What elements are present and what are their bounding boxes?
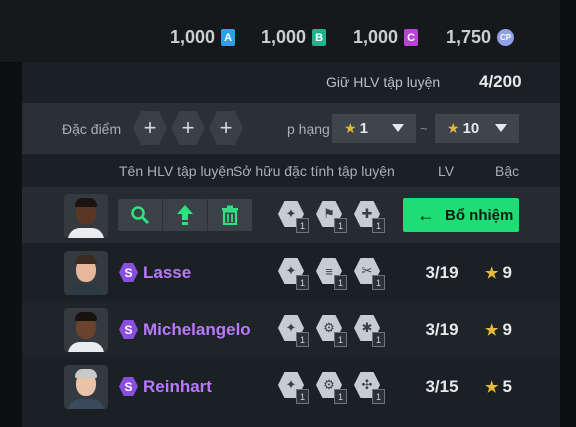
assign-button[interactable]: ← Bổ nhiệm <box>403 198 519 232</box>
trait-level: 1 <box>334 332 347 347</box>
trait-level: 1 <box>372 332 385 347</box>
rank-to-dropdown[interactable]: ★ 10 <box>435 114 519 143</box>
rarity-badge: S <box>119 263 138 282</box>
star-icon: ★ <box>485 379 499 396</box>
chevron-down-icon <box>495 124 507 132</box>
currency-b-icon: B <box>312 29 327 46</box>
upgrade-button[interactable] <box>163 199 208 231</box>
coach-name: Michelangelo <box>143 320 251 339</box>
assign-button-label: Bổ nhiệm <box>445 206 514 224</box>
chevron-down-icon <box>392 124 404 132</box>
trash-icon <box>222 205 238 225</box>
currency-c-value: 1,000 <box>353 27 399 47</box>
currency-cp: 1,750 CP <box>446 27 515 48</box>
column-header-tier[interactable]: Bậc <box>495 163 519 179</box>
arrow-left-icon: ← <box>417 204 435 225</box>
coach-level: 3/15 <box>425 377 459 396</box>
coach-tier-value: 9 <box>502 320 512 339</box>
coach-tier: ★ 5 <box>485 377 512 397</box>
rank-from-value: 1 <box>359 120 368 137</box>
trait-level: 1 <box>334 275 347 290</box>
delete-button[interactable] <box>208 199 252 231</box>
currency-a-icon: A <box>221 29 236 46</box>
column-header-lv[interactable]: LV <box>438 163 454 179</box>
arrow-up-icon <box>177 205 193 225</box>
trait-level: 1 <box>296 218 309 233</box>
trait-level: 1 <box>334 218 347 233</box>
currency-c: 1,000 C <box>353 27 419 48</box>
coach-tier-value: 5 <box>502 377 512 396</box>
rank-filter-label: p hạng <box>287 121 330 137</box>
trait-level: 1 <box>296 332 309 347</box>
star-icon: ★ <box>447 120 460 136</box>
coach-row[interactable]: S Reinhart ✦ 1 ⚙ 1 ✣ 1 3/15 ★ 5 <box>22 358 560 414</box>
avatar <box>64 251 108 295</box>
coach-actions <box>118 199 252 231</box>
coach-tier: ★ 9 <box>485 320 512 340</box>
currency-c-icon: C <box>404 29 419 46</box>
avatar <box>64 194 108 238</box>
trait-level: 1 <box>372 218 385 233</box>
currency-a-value: 1,000 <box>170 27 216 47</box>
rarity-badge: S <box>119 377 138 396</box>
cp-coin-icon: CP <box>497 29 515 46</box>
avatar <box>64 308 108 352</box>
column-header-name[interactable]: Tên HLV tập luyện <box>119 163 234 179</box>
coach-level: 3/19 <box>425 320 459 339</box>
coach-tier-value: 9 <box>502 263 512 282</box>
coach-level: 3/19 <box>425 263 459 282</box>
search-icon <box>131 206 150 225</box>
trait-level: 1 <box>296 389 309 404</box>
keep-coach-count: 4/200 <box>479 72 522 91</box>
trait-level: 1 <box>334 389 347 404</box>
star-icon: ★ <box>485 265 499 282</box>
rank-to-value: 10 <box>462 120 480 137</box>
star-icon: ★ <box>485 322 499 339</box>
currency-a: 1,000 A <box>170 27 236 48</box>
coach-row[interactable]: S Lasse ✦ 1 ≡ 1 ✂ 1 3/19 ★ 9 <box>22 244 560 300</box>
rarity-badge: S <box>119 320 138 339</box>
currency-b-value: 1,000 <box>261 27 307 47</box>
coach-name: Reinhart <box>143 377 212 396</box>
rank-from-dropdown[interactable]: ★ 1 <box>332 114 416 143</box>
trait-level: 1 <box>372 389 385 404</box>
currency-b: 1,000 B <box>261 27 327 48</box>
currency-cp-value: 1,750 <box>446 27 492 47</box>
trait-level: 1 <box>372 275 385 290</box>
coach-tier: ★ 9 <box>485 263 512 283</box>
coach-name: Lasse <box>143 263 192 282</box>
trait-level: 1 <box>296 275 309 290</box>
selected-coach-row[interactable]: ✦ 1 ⚑ 1 ✚ 1 ← Bổ nhiệm <box>22 187 560 243</box>
star-icon: ★ <box>344 120 357 136</box>
trait-filter-label: Đặc điểm c <box>62 121 125 137</box>
column-header-traits[interactable]: Sở hữu đặc tính tập luyện <box>233 163 395 179</box>
avatar <box>64 365 108 409</box>
coach-row[interactable]: S Michelangelo ✦ 1 ⚙ 1 ✱ 1 3/19 ★ 9 <box>22 301 560 357</box>
keep-coach-label: Giữ HLV tập luyện <box>326 74 441 90</box>
search-button[interactable] <box>118 199 163 231</box>
rank-range-separator: ~ <box>420 121 428 136</box>
